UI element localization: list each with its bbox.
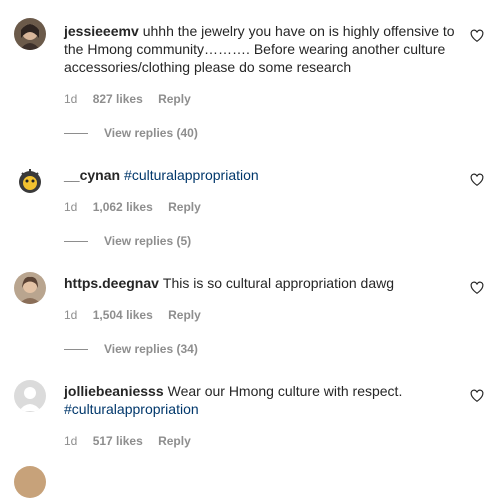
- comment-meta: 1d 1,504 likes Reply: [64, 308, 213, 322]
- heart-outline-icon[interactable]: [470, 281, 484, 295]
- hashtag-link[interactable]: #culturalappropriation: [64, 401, 199, 417]
- heart-outline-icon[interactable]: [470, 173, 484, 187]
- avatar[interactable]: [14, 380, 46, 412]
- view-replies-button[interactable]: View replies (34): [64, 342, 198, 356]
- reply-button[interactable]: Reply: [158, 434, 191, 448]
- view-replies-button[interactable]: View replies (5): [64, 234, 191, 248]
- comment-text: This is so cultural appropriation dawg: [162, 275, 395, 291]
- comment-username[interactable]: jessieeemv: [64, 23, 139, 39]
- comment-likes[interactable]: 517 likes: [93, 434, 143, 448]
- avatar[interactable]: [14, 18, 46, 50]
- replies-divider: [64, 240, 88, 242]
- replies-divider: [64, 132, 88, 134]
- comment-likes[interactable]: 1,504 likes: [93, 308, 153, 322]
- heart-outline-icon[interactable]: [470, 29, 484, 43]
- hashtag-link[interactable]: #culturalappropriation: [124, 167, 259, 183]
- reply-button[interactable]: Reply: [168, 200, 201, 214]
- comment-time[interactable]: 1d: [64, 92, 77, 106]
- comment-meta: 1d 827 likes Reply: [64, 92, 203, 106]
- view-replies-label: View replies (34): [104, 342, 198, 356]
- comment-likes[interactable]: 827 likes: [93, 92, 143, 106]
- comment-username[interactable]: __cynan: [64, 167, 120, 183]
- reply-button[interactable]: Reply: [158, 92, 191, 106]
- avatar[interactable]: [14, 165, 46, 197]
- view-replies-label: View replies (5): [104, 234, 192, 248]
- comment-body: https.deegnav This is so cultural appropr…: [64, 274, 464, 292]
- view-replies-label: View replies (40): [104, 126, 198, 140]
- heart-outline-icon[interactable]: [470, 389, 484, 403]
- comment-likes[interactable]: 1,062 likes: [93, 200, 153, 214]
- avatar[interactable]: [14, 466, 46, 498]
- comment-body: __cynan #culturalappropriation: [64, 166, 464, 184]
- comment-username[interactable]: jolliebeaniesss: [64, 383, 164, 399]
- view-replies-button[interactable]: View replies (40): [64, 126, 198, 140]
- comment-body: jessieeemv uhhh the jewelry you have on i…: [64, 22, 464, 76]
- comment-time[interactable]: 1d: [64, 200, 77, 214]
- comment-text: Wear our Hmong culture with respect.: [167, 383, 403, 399]
- replies-divider: [64, 348, 88, 350]
- comment-meta: 1d 517 likes Reply: [64, 434, 203, 448]
- reply-button[interactable]: Reply: [168, 308, 201, 322]
- comment-username[interactable]: https.deegnav: [64, 275, 159, 291]
- comment-meta: 1d 1,062 likes Reply: [64, 200, 213, 214]
- comment-time[interactable]: 1d: [64, 308, 77, 322]
- comment-body: jolliebeaniesss Wear our Hmong culture wi…: [64, 382, 464, 418]
- avatar[interactable]: [14, 272, 46, 304]
- comment-time[interactable]: 1d: [64, 434, 77, 448]
